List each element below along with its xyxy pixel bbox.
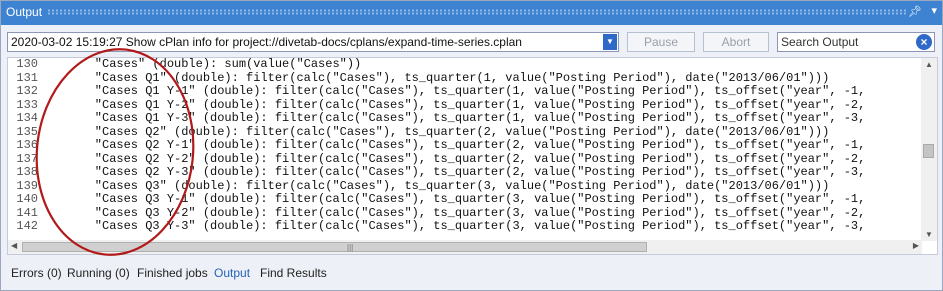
line-number: 140 [16, 192, 38, 206]
panel-title: Output [6, 5, 43, 19]
output-line: 138 "Cases Q2 Y-3" (double): filter(calc… [8, 165, 922, 180]
output-line: 136 "Cases Q2 Y-1" (double): filter(calc… [8, 138, 922, 153]
line-text: "Cases Q3" (double): filter(calc("Cases"… [66, 178, 830, 193]
line-text: "Cases Q2" (double): filter(calc("Cases"… [66, 124, 830, 139]
search-placeholder: Search Output [781, 35, 859, 49]
clear-search-icon[interactable]: × [916, 34, 932, 50]
output-line: 142 "Cases Q3 Y-3" (double): filter(calc… [8, 219, 922, 234]
output-line: 139 "Cases Q3" (double): filter(calc("Ca… [8, 178, 922, 194]
output-lines: 130 "Cases" (double): sum(value("Cases")… [8, 58, 922, 241]
scroll-up-icon[interactable]: ▲ [921, 60, 937, 69]
line-text: "Cases" (double): sum(value("Cases")) [66, 58, 362, 71]
line-text: "Cases Q2 Y-3" (double): filter(calc("Ca… [66, 165, 866, 179]
line-number: 141 [16, 205, 38, 220]
job-selector[interactable]: 2020-03-02 15:19:27 Show cPlan info for … [7, 32, 619, 52]
output-line: 134 "Cases Q1 Y-3" (double): filter(calc… [8, 111, 922, 126]
scroll-down-icon[interactable]: ▼ [921, 230, 937, 239]
chevron-down-icon[interactable]: ▼ [603, 34, 617, 50]
horizontal-scroll-thumb[interactable]: ||| [22, 242, 647, 252]
line-text: "Cases Q1 Y-1" (double): filter(calc("Ca… [66, 84, 866, 98]
line-number: 130 [16, 58, 38, 71]
horizontal-scrollbar[interactable]: ◀ ||| ▶ [8, 240, 922, 254]
output-line: 133 "Cases Q1 Y-2" (double): filter(calc… [8, 97, 922, 113]
line-number: 139 [16, 178, 38, 193]
line-text: "Cases Q3 Y-2" (double): filter(calc("Ca… [66, 205, 866, 220]
line-text: "Cases Q2 Y-1" (double): filter(calc("Ca… [66, 138, 866, 152]
tab-find-results[interactable]: Find Results [260, 266, 327, 280]
output-line: 140 "Cases Q3 Y-1" (double): filter(calc… [8, 192, 922, 207]
line-number: 137 [16, 151, 38, 166]
output-line: 130 "Cases" (double): sum(value("Cases")… [8, 58, 922, 72]
line-number: 132 [16, 84, 38, 98]
line-number: 131 [16, 70, 38, 85]
output-line: 141 "Cases Q3 Y-2" (double): filter(calc… [8, 205, 922, 221]
tab-running[interactable]: Running (0) [67, 266, 130, 280]
vertical-scroll-thumb[interactable] [923, 144, 934, 158]
output-text-area[interactable]: 130 "Cases" (double): sum(value("Cases")… [7, 57, 938, 255]
output-line: 137 "Cases Q2 Y-2" (double): filter(calc… [8, 151, 922, 167]
scroll-left-icon[interactable]: ◀ [11, 241, 17, 250]
vertical-scrollbar[interactable]: ▲ ▼ [921, 58, 937, 241]
tab-errors[interactable]: Errors (0) [11, 266, 62, 280]
line-number: 134 [16, 111, 38, 125]
tab-finished-jobs[interactable]: Finished jobs [137, 266, 208, 280]
output-line: 135 "Cases Q2" (double): filter(calc("Ca… [8, 124, 922, 140]
line-number: 135 [16, 124, 38, 139]
search-input[interactable]: Search Output × [777, 32, 935, 52]
line-number: 138 [16, 165, 38, 179]
line-text: "Cases Q1 Y-2" (double): filter(calc("Ca… [66, 97, 866, 112]
pin-icon[interactable]: 📌︎ [908, 5, 922, 18]
toolbar: 2020-03-02 15:19:27 Show cPlan info for … [1, 25, 942, 57]
line-text: "Cases Q1 Y-3" (double): filter(calc("Ca… [66, 111, 866, 125]
output-line: 131 "Cases Q1" (double): filter(calc("Ca… [8, 70, 922, 86]
output-panel: Output 📌︎ ▾ 2020-03-02 15:19:27 Show cPl… [0, 0, 943, 291]
pause-button[interactable]: Pause [627, 32, 695, 52]
line-number: 136 [16, 138, 38, 152]
line-text: "Cases Q3 Y-3" (double): filter(calc("Ca… [66, 219, 866, 233]
job-selector-value: 2020-03-02 15:19:27 Show cPlan info for … [11, 35, 522, 49]
output-line: 132 "Cases Q1 Y-1" (double): filter(calc… [8, 84, 922, 99]
title-bar: Output 📌︎ ▾ [1, 1, 942, 25]
grip-icon: ||| [347, 243, 354, 252]
line-number: 142 [16, 219, 38, 233]
scroll-right-icon[interactable]: ▶ [913, 241, 919, 250]
line-text: "Cases Q1" (double): filter(calc("Cases"… [66, 70, 830, 85]
abort-button[interactable]: Abort [703, 32, 769, 52]
title-grip [47, 9, 908, 15]
line-number: 133 [16, 97, 38, 112]
window-options-icon[interactable]: ▾ [931, 4, 937, 17]
line-text: "Cases Q2 Y-2" (double): filter(calc("Ca… [66, 151, 866, 166]
tab-output[interactable]: Output [214, 266, 250, 280]
line-text: "Cases Q3 Y-1" (double): filter(calc("Ca… [66, 192, 866, 206]
